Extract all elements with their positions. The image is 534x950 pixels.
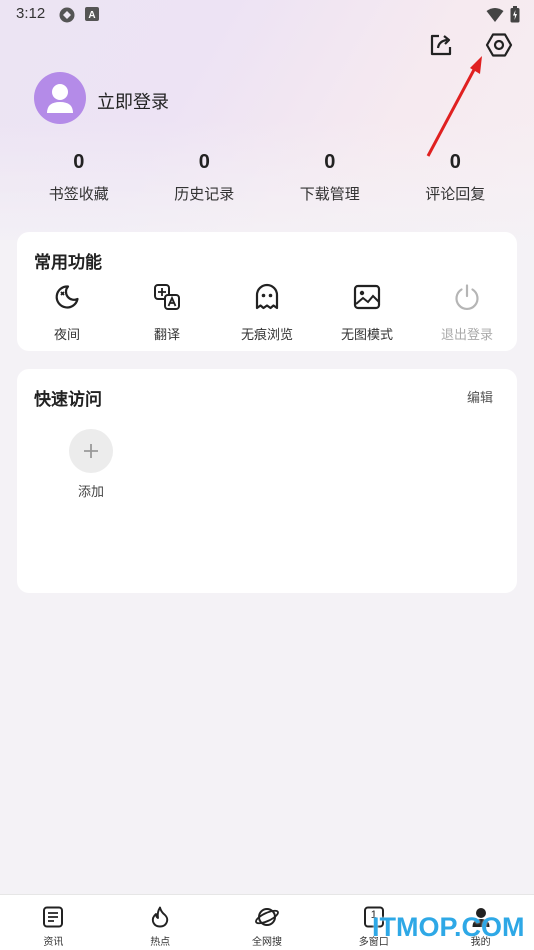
card-title: 快速访问: [34, 390, 102, 410]
user-avatar-icon: [47, 84, 73, 113]
quick-access-card: 快速访问 编辑 添加: [17, 369, 517, 593]
watermark: ITMOP.COM: [372, 912, 525, 942]
func-label: 翻译: [153, 328, 180, 343]
annotation-arrow: [426, 56, 482, 157]
android-notification-icon: A: [84, 6, 100, 26]
func-label: 无痕浏览: [240, 328, 293, 343]
battery-icon: [510, 6, 520, 27]
ghost-icon: [255, 283, 279, 310]
plus-icon: [84, 444, 98, 458]
func-incognito[interactable]: 无痕浏览: [217, 282, 317, 343]
stat-history[interactable]: 0 历史记录: [142, 150, 268, 210]
stat-label: 下载管理: [299, 185, 360, 203]
stat-downloads[interactable]: 0 下载管理: [267, 150, 393, 210]
add-shortcut-label: 添加: [77, 485, 104, 500]
translate-icon: [154, 284, 180, 310]
nav-hot[interactable]: 热点: [107, 895, 214, 950]
stat-label: 评论回复: [425, 185, 486, 203]
nav-news[interactable]: 资讯: [0, 895, 107, 950]
status-bar: 3:12 A: [0, 0, 534, 28]
add-shortcut-button[interactable]: [69, 429, 113, 473]
nav-label: 热点: [150, 937, 171, 948]
stat-label: 书签收藏: [48, 185, 109, 203]
status-time: 3:12: [16, 5, 46, 22]
func-night-mode[interactable]: 夜间: [17, 282, 117, 343]
stat-value: 0: [73, 151, 85, 173]
func-label: 夜间: [53, 328, 80, 343]
stat-bookmarks[interactable]: 0 书签收藏: [16, 150, 142, 210]
stat-label: 历史记录: [174, 185, 235, 203]
power-icon: [455, 284, 479, 310]
wifi-icon: [486, 7, 504, 27]
func-label: 无图模式: [340, 328, 393, 343]
avatar[interactable]: [34, 72, 86, 124]
night-mode-icon: [55, 285, 79, 309]
login-link[interactable]: 立即登录: [97, 88, 169, 114]
nav-label: 全网搜: [251, 937, 282, 948]
stat-value: 0: [449, 151, 461, 173]
func-label: 退出登录: [440, 328, 493, 343]
nav-label: 资讯: [43, 937, 64, 948]
flame-icon: [152, 906, 169, 928]
stat-comments[interactable]: 0 评论回复: [393, 150, 519, 210]
func-no-image[interactable]: 无图模式: [317, 282, 417, 343]
edit-button[interactable]: 编辑: [467, 387, 493, 406]
common-functions-card: 常用功能 夜间 翻译 无痕浏览 无图模式 退出登录: [17, 232, 517, 351]
stat-value: 0: [198, 151, 210, 173]
card-title: 常用功能: [34, 253, 102, 273]
no-image-icon: [353, 284, 381, 310]
stats-row: 0 书签收藏 0 历史记录 0 下载管理 0 评论回复: [16, 150, 518, 210]
planet-icon: [255, 908, 279, 926]
app-notification-icon: [58, 6, 76, 28]
func-logout[interactable]: 退出登录: [417, 282, 517, 343]
stat-value: 0: [324, 151, 336, 173]
nav-search-all[interactable]: 全网搜: [214, 895, 321, 950]
news-icon: [43, 906, 64, 928]
svg-text:A: A: [88, 10, 95, 21]
func-translate[interactable]: 翻译: [117, 282, 217, 343]
